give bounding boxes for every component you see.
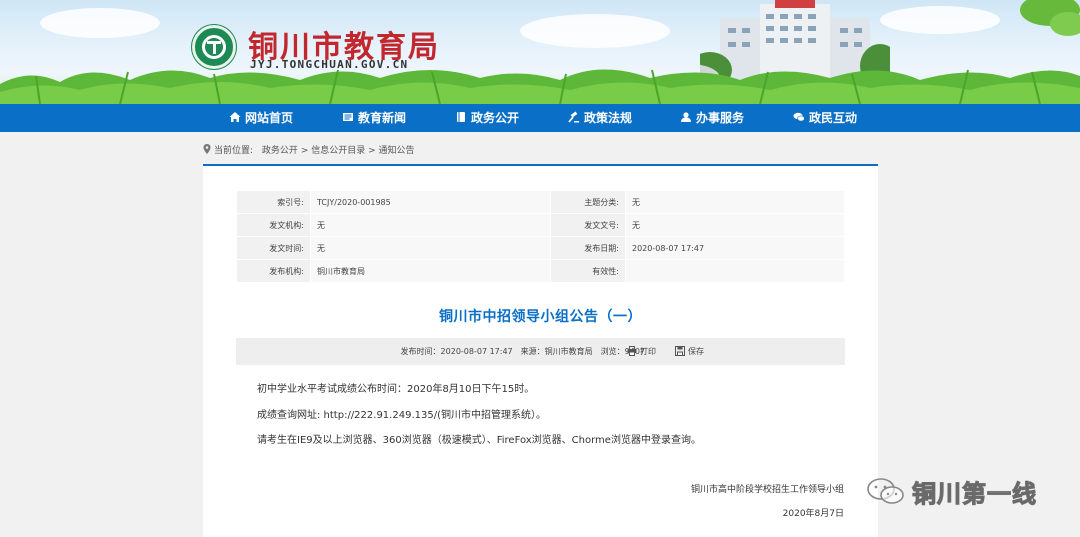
meta-value: 铜川市教育局 [310, 259, 551, 283]
article-date: 2020年8月7日 [782, 509, 844, 519]
meta-key: 发布日期: [550, 236, 626, 260]
nav-item-home[interactable]: 网站首页 [229, 104, 293, 132]
meta-key: 发文机构: [236, 213, 311, 237]
meta-row: 发布机构: 铜川市教育局 有效性: [236, 259, 845, 283]
meta-value [625, 259, 845, 283]
meta-value: 无 [310, 213, 551, 237]
meta-row: 发文机构: 无 发文文号: 无 [236, 213, 845, 237]
content-panel: 索引号: TCJY/2020-001985 主题分类: 无 发文机构: 无 发文… [203, 164, 878, 537]
article-paragraph: 初中学业水平考试成绩公布时间：2020年8月10日下午15时。 [257, 384, 535, 395]
breadcrumb-item-gov-open[interactable]: 政务公开 [262, 146, 298, 156]
meta-value: 无 [310, 236, 551, 260]
article-paragraph: 请考生在IE9及以上浏览器、360浏览器（极速模式）、FireFox浏览器、Ch… [257, 435, 701, 446]
grass-decoration [0, 69, 1080, 104]
chat-icon [793, 111, 805, 123]
document-meta-table: 索引号: TCJY/2020-001985 主题分类: 无 发文机构: 无 发文… [236, 190, 845, 283]
main-nav: 网站首页 教育新闻 政务公开 政策法规 办事服务 政民互动 [0, 104, 1080, 132]
meta-key: 索引号: [236, 190, 311, 214]
nav-item-policy[interactable]: 政策法规 [568, 104, 632, 132]
nav-item-service[interactable]: 办事服务 [680, 104, 744, 132]
article-paragraph: 成绩查询网址: http://222.91.249.135/(铜川市中招管理系统… [257, 410, 546, 421]
site-domain: JYJ.TONGCHUAN.GOV.CN [250, 58, 409, 71]
breadcrumb-separator: > [368, 146, 376, 156]
article-info-bar: 发布时间：2020-08-07 17:47 来源：铜川市教育局 浏览：9407 … [236, 338, 845, 365]
meta-row: 索引号: TCJY/2020-001985 主题分类: 无 [236, 190, 845, 214]
printer-icon [627, 346, 637, 356]
book-icon [455, 111, 467, 123]
meta-key: 有效性: [550, 259, 626, 283]
article-info: 发布时间：2020-08-07 17:47 来源：铜川市教育局 浏览：9407 [400, 347, 645, 356]
wechat-icon [867, 478, 904, 504]
meta-key: 发布机构: [236, 259, 311, 283]
meta-value: 2020-08-07 17:47 [625, 236, 845, 260]
breadcrumb-separator: > [300, 146, 309, 156]
nav-item-gov-open[interactable]: 政务公开 [455, 104, 519, 132]
tree-decoration [1020, 0, 1080, 36]
gavel-icon [568, 111, 580, 123]
watermark-text: 铜川第一线 [912, 480, 1037, 509]
article-signature: 铜川市高中阶段学校招生工作领导小组 [690, 485, 844, 495]
meta-key: 发文时间: [236, 236, 311, 260]
breadcrumb-item-notices[interactable]: 通知公告 [379, 146, 415, 156]
breadcrumb: 当前位置: 政务公开 > 信息公开目录 > 通知公告 [203, 143, 415, 156]
breadcrumb-item-catalog[interactable]: 信息公开目录 [311, 146, 365, 156]
location-pin-icon [203, 144, 211, 154]
user-icon [680, 111, 692, 123]
nav-item-interaction[interactable]: 政民互动 [793, 104, 857, 132]
meta-key: 主题分类: [550, 190, 626, 214]
meta-value: 无 [625, 213, 845, 237]
meta-key: 发文文号: [550, 213, 626, 237]
site-logo-icon[interactable] [192, 25, 236, 69]
news-icon [342, 111, 354, 123]
meta-value: 无 [625, 190, 845, 214]
article-title: 铜川市中招领导小组公告（一） [439, 309, 642, 325]
nav-item-news[interactable]: 教育新闻 [342, 104, 406, 132]
save-button[interactable]: 保存 [675, 338, 704, 365]
print-button[interactable]: 打印 [627, 338, 656, 365]
meta-row: 发文时间: 无 发布日期: 2020-08-07 17:47 [236, 236, 845, 260]
site-header: 铜川市教育局 JYJ.TONGCHUAN.GOV.CN [0, 0, 1080, 104]
home-icon [229, 111, 241, 123]
breadcrumb-prefix: 当前位置: [214, 146, 254, 156]
save-icon [675, 346, 685, 356]
meta-value: TCJY/2020-001985 [310, 190, 551, 214]
